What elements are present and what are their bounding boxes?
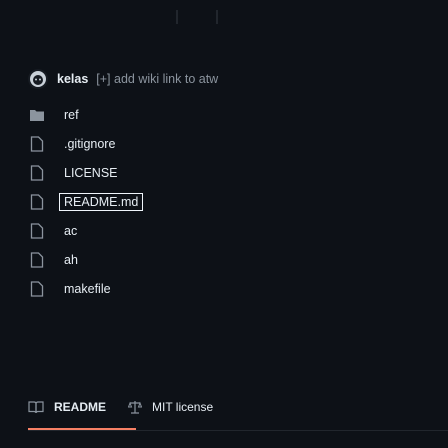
file-row-readme[interactable]: README.md <box>28 187 328 216</box>
file-row-gitignore[interactable]: .gitignore <box>28 129 328 158</box>
file-icon <box>28 222 46 240</box>
book-icon <box>28 400 44 414</box>
repo-page: kelas [+] add wiki link to atw ref .giti… <box>0 0 448 448</box>
readme-tabs: README MIT license <box>28 396 235 418</box>
file-icon <box>28 251 46 269</box>
folder-icon <box>28 106 46 124</box>
file-name[interactable]: LICENSE <box>64 166 118 180</box>
tab-readme[interactable]: README <box>28 400 106 414</box>
file-icon <box>28 280 46 298</box>
tab-license[interactable]: MIT license <box>128 400 213 414</box>
latest-commit[interactable]: kelas [+] add wiki link to atw <box>28 68 218 90</box>
top-bar <box>0 0 448 36</box>
scale-icon <box>128 400 143 414</box>
file-row-license[interactable]: LICENSE <box>28 158 328 187</box>
file-row-ac[interactable]: ac <box>28 216 328 245</box>
file-name[interactable]: ref <box>64 108 79 122</box>
octocat-icon <box>30 71 46 87</box>
file-name[interactable]: ah <box>64 253 78 267</box>
tab-label: MIT license <box>152 400 214 414</box>
file-icon <box>28 193 46 211</box>
file-name[interactable]: README.md <box>59 192 144 211</box>
tab-label: README <box>54 400 107 414</box>
file-icon <box>28 135 46 153</box>
file-name[interactable]: ac <box>64 224 77 238</box>
divider <box>28 430 448 431</box>
file-list: ref .gitignore LICENSE README.md ac ah m… <box>28 100 328 303</box>
avatar[interactable] <box>28 69 48 89</box>
file-row-ah[interactable]: ah <box>28 245 328 274</box>
commit-message[interactable]: [+] add wiki link to atw <box>96 72 218 86</box>
file-icon <box>28 164 46 182</box>
file-name[interactable]: makefile <box>64 282 111 296</box>
divider <box>216 10 218 24</box>
file-row-ref[interactable]: ref <box>28 100 328 129</box>
file-name[interactable]: .gitignore <box>64 137 115 151</box>
divider <box>176 10 178 24</box>
file-row-makefile[interactable]: makefile <box>28 274 328 303</box>
commit-author[interactable]: kelas <box>57 72 88 86</box>
